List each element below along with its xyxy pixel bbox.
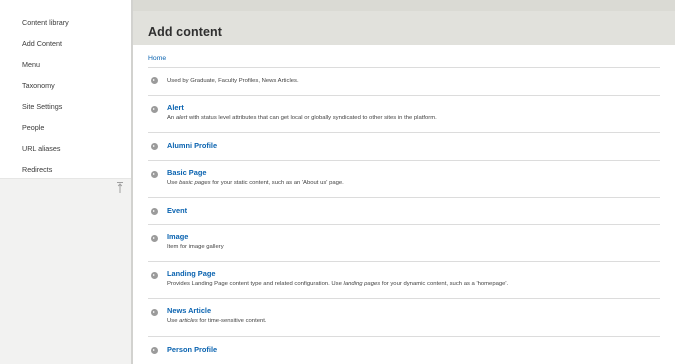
description-emphasis: alert xyxy=(175,115,188,121)
sidebar-item-site-settings[interactable]: Site Settings xyxy=(0,96,131,117)
content-type-item: Image Item for image gallery xyxy=(148,224,660,261)
content-type-link[interactable]: Landing Page xyxy=(167,269,215,278)
content-type-description: An alert with status level attributes th… xyxy=(167,115,437,121)
main-content: Add content Home Used by Graduate, Facul… xyxy=(133,0,675,364)
description-text: Provides Landing Page content type and r… xyxy=(167,281,344,287)
content-type-item: Landing Page Provides Landing Page conten… xyxy=(148,261,660,298)
content-type-item: News Article Use articles for time-sensit… xyxy=(148,298,660,336)
description-text: Use xyxy=(167,318,180,324)
description-text: for time-sensitive content. xyxy=(197,318,267,324)
description-text: An xyxy=(167,115,176,121)
sidebar-item-content-library[interactable]: Content library xyxy=(0,12,131,33)
collapse-toggle-icon-glyph xyxy=(117,182,123,193)
sidebar: Content library Add Content Menu Taxonom… xyxy=(0,0,131,364)
circle-arrow-right-icon xyxy=(151,347,158,354)
content-type-link[interactable]: Basic Page xyxy=(167,168,206,177)
breadcrumb-home-link[interactable]: Home xyxy=(148,55,166,62)
description-emphasis: landing pages xyxy=(343,281,381,287)
content-type-description: Item for image gallery xyxy=(167,244,224,250)
description-text: for your static content, such as an 'Abo… xyxy=(210,180,344,186)
description-text: Use xyxy=(167,180,180,186)
content-type-link[interactable]: Alert xyxy=(167,103,184,112)
content-type-item: Alumni Profile xyxy=(148,132,660,160)
sidebar-menu: Content library Add Content Menu Taxonom… xyxy=(0,12,131,180)
circle-arrow-right-icon xyxy=(151,106,158,113)
description-emphasis: articles xyxy=(179,318,198,324)
content-type-description: Provides Landing Page content type and r… xyxy=(167,281,508,287)
content-type-list: Used by Graduate, Faculty Profiles, News… xyxy=(148,67,660,362)
sidebar-item-taxonomy[interactable]: Taxonomy xyxy=(0,75,131,96)
circle-arrow-right-icon xyxy=(151,235,158,242)
content-type-link[interactable]: News Article xyxy=(167,306,211,315)
sidebar-item-menu[interactable]: Menu xyxy=(0,54,131,75)
content-type-item: Basic Page Use basic pages for your stati… xyxy=(148,160,660,197)
circle-arrow-right-icon xyxy=(151,143,158,150)
content-type-link[interactable]: Person Profile xyxy=(167,345,217,354)
content-type-description: Used by Graduate, Faculty Profiles, News… xyxy=(167,78,299,84)
description-text: for your dynamic content, such as a 'hom… xyxy=(380,281,509,287)
description-text: Item for image gallery xyxy=(167,244,224,250)
sidebar-footer-area xyxy=(0,178,131,364)
sidebar-item-redirects[interactable]: Redirects xyxy=(0,159,131,180)
content-type-item: Used by Graduate, Faculty Profiles, News… xyxy=(148,67,660,95)
description-text: with status level attributes that can ge… xyxy=(187,115,437,121)
circle-arrow-right-icon xyxy=(151,272,158,279)
content-type-description: Use basic pages for your static content,… xyxy=(167,180,344,186)
content-type-link[interactable]: Alumni Profile xyxy=(167,141,217,150)
collapse-toggle-icon[interactable] xyxy=(116,181,124,195)
sidebar-item-add-content[interactable]: Add Content xyxy=(0,33,131,54)
description-emphasis: basic pages xyxy=(179,180,211,186)
content-type-item: Alert An alert with status level attribut… xyxy=(148,95,660,132)
content-type-link[interactable]: Event xyxy=(167,206,187,215)
circle-arrow-right-icon xyxy=(151,208,158,215)
description-text: Used by Graduate, Faculty Profiles, News… xyxy=(167,78,299,84)
content-type-item: Person Profile xyxy=(148,336,660,362)
content-type-description: Use articles for time-sensitive content. xyxy=(167,318,267,324)
sidebar-item-url-aliases[interactable]: URL aliases xyxy=(0,138,131,159)
circle-arrow-right-icon xyxy=(151,171,158,178)
sidebar-item-people[interactable]: People xyxy=(0,117,131,138)
circle-arrow-right-icon xyxy=(151,77,158,84)
content-type-item: Event xyxy=(148,197,660,224)
page-title: Add content xyxy=(148,25,223,39)
circle-arrow-right-icon xyxy=(151,309,158,316)
content-type-link[interactable]: Image xyxy=(167,232,188,241)
